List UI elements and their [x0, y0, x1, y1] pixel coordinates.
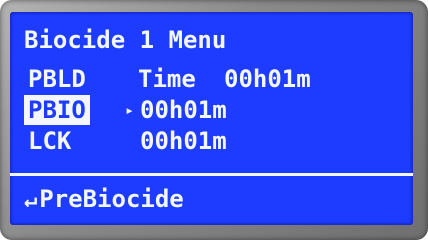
row-label-pbld: PBLD — [28, 65, 86, 93]
row-value-pbld: 00h01m — [224, 65, 311, 93]
row-value-pbio: 00h01m — [140, 96, 227, 124]
divider — [10, 173, 413, 176]
return-arrow-icon: ↵ — [24, 188, 38, 213]
back-button[interactable]: ↵PreBiocide — [24, 182, 184, 216]
row-value-lck: 00h01m — [140, 127, 227, 155]
row-prefix-time: Time — [138, 65, 196, 93]
menu-title: Biocide 1 Menu — [24, 26, 227, 54]
device-bezel: Biocide 1 Menu PBLD Time 00h01m PBIO ▸ 0… — [0, 0, 428, 240]
lcd-screen: Biocide 1 Menu PBLD Time 00h01m PBIO ▸ 0… — [10, 12, 413, 225]
row-label-lck: LCK — [28, 127, 72, 155]
back-label: PreBiocide — [39, 185, 184, 213]
triangle-right-icon: ▸ — [125, 101, 135, 119]
row-label-pbio: PBIO — [24, 95, 90, 125]
